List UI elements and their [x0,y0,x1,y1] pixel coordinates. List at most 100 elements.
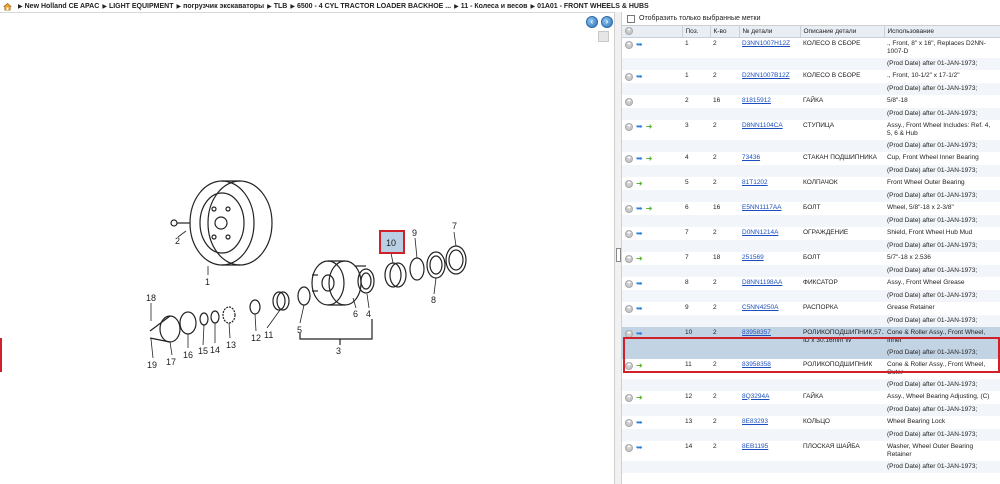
table-row[interactable]: + ➥ 14 2 8EB1195 ПЛОСКАЯ ШАЙБА Washer, Wheel O… [622,441,1000,461]
part-number-link[interactable]: D8NN1198AA [742,279,782,286]
alternate-part-icon[interactable]: ➜ [646,122,653,131]
table-row[interactable]: + ➥ 1 2 D3NN1007H12Z КОЛЕСО В СБОРЕ., Front, … [622,37,1000,58]
cell-part-number[interactable]: D8NN1104CA [739,120,800,140]
callout-6[interactable]: 6 [353,309,358,319]
add-to-cart-icon[interactable]: + [625,97,633,106]
alternate-part-icon[interactable]: ➜ [636,393,643,402]
breadcrumb-item-series[interactable]: TLB [274,3,288,10]
cell-part-number[interactable]: 81T1202 [739,177,800,190]
alternate-part-icon[interactable]: ➜ [636,361,643,370]
add-to-cart-icon[interactable]: + [625,204,633,213]
add-to-cart-icon[interactable]: + [625,122,633,131]
cell-part-number[interactable]: 8E83293 [739,416,800,429]
part-number-link[interactable]: 73436 [742,154,760,161]
cell-part-number[interactable]: 251569 [739,252,800,265]
column-header-part-number[interactable]: № детали [739,26,801,38]
callout-14[interactable]: 14 [210,345,220,355]
add-to-cart-icon[interactable]: + [625,72,633,81]
column-header-quantity[interactable]: К-во [710,26,740,38]
column-header-position[interactable]: Поз. [682,26,711,38]
breadcrumb-item-brand[interactable]: New Holland CE APAC [25,3,100,10]
replacement-info-icon[interactable]: ➥ [636,72,643,81]
cell-part-number[interactable]: 81815912 [739,95,800,108]
breadcrumb-item-model[interactable]: 6500 - 4 CYL TRACTOR LOADER BACKHOE ... [297,3,451,10]
alternate-part-icon[interactable]: ➜ [646,204,653,213]
table-row[interactable]: +2 16 81815912 ГАЙКА 5/8"-18 [622,95,1000,108]
callout-7[interactable]: 7 [452,221,457,231]
panel-splitter[interactable] [614,12,622,484]
cell-part-number[interactable]: D3NN1007H12Z [739,37,800,58]
add-to-cart-icon[interactable]: + [625,304,633,313]
replacement-info-icon[interactable]: ➥ [636,229,643,238]
add-to-cart-icon[interactable]: + [625,179,633,188]
breadcrumb-item-type[interactable]: погрузчик экскаваторы [183,3,264,10]
callout-4[interactable]: 4 [366,309,371,319]
replacement-info-icon[interactable]: ➥ [636,40,643,49]
callout-5[interactable]: 5 [297,325,302,335]
replacement-info-icon[interactable]: ➥ [636,329,643,338]
add-to-cart-icon[interactable]: + [625,229,633,238]
replacement-info-icon[interactable]: ➥ [636,418,643,427]
table-row[interactable]: + ➥ 8 2 D8NN1198AA ФИКСАТОР Assy., Front Wheel… [622,277,1000,290]
callout-10[interactable]: 10 [386,238,396,248]
splitter-grip[interactable] [616,248,621,262]
callout-17[interactable]: 17 [166,357,176,367]
callout-1[interactable]: 1 [205,277,210,287]
table-row[interactable]: + ➥ 9 2 C5NN4250A РАСПОРКА Grease Retainer [622,302,1000,315]
part-number-link[interactable]: D2NN1007B12Z [742,72,790,79]
callout-8[interactable]: 8 [431,295,436,305]
alternate-part-icon[interactable]: ➜ [646,154,653,163]
column-header-usage[interactable]: Использование [884,26,1000,38]
table-row[interactable]: + ➥ 1 2 D2NN1007B12Z КОЛЕСО В СБОРЕ., Front, … [622,70,1000,83]
table-row[interactable]: + ➜ 5 2 81T1202 КОЛПАЧОК Front Wheel Outer Bea… [622,177,1000,190]
callout-9[interactable]: 9 [412,228,417,238]
callout-19[interactable]: 19 [147,360,157,370]
add-to-cart-icon[interactable]: + [625,279,633,288]
column-header-description[interactable]: Описание детали [800,26,885,38]
callout-18[interactable]: 18 [146,293,156,303]
replacement-info-icon[interactable]: ➥ [636,304,643,313]
add-to-cart-icon[interactable]: + [625,154,633,163]
part-number-link[interactable]: D0NN1214A [742,229,779,236]
cell-part-number[interactable]: 83958357 [739,326,800,347]
cell-part-number[interactable]: C5NN4250A [739,302,800,315]
part-number-link[interactable]: 81T1202 [742,179,768,186]
cell-part-number[interactable]: E5NN1117AA [739,202,800,215]
callout-16[interactable]: 16 [183,350,193,360]
part-number-link[interactable]: E5NN1117AA [742,204,782,211]
part-number-link[interactable]: C5NN4250A [742,304,779,311]
add-to-cart-icon[interactable]: + [625,393,633,402]
callout-15[interactable]: 15 [198,346,208,356]
add-to-cart-icon[interactable]: + [625,361,633,370]
table-row[interactable]: + ➥ ➜ 3 2 D8NN1104CA СТУПИЦА Assy., Front Wheel… [622,120,1000,140]
table-row[interactable]: + ➥ ➜ 6 16 E5NN1117AA БОЛТ Wheel, 5/8"-18 x 2-3… [622,202,1000,215]
part-number-link[interactable]: 81815912 [742,97,771,104]
callout-11[interactable]: 11 [264,330,273,340]
alternate-part-icon[interactable]: ➜ [636,254,643,263]
callout-13[interactable]: 13 [226,340,236,350]
part-number-link[interactable]: 8EB1195 [742,443,768,450]
cell-part-number[interactable]: D0NN1214A [739,227,800,240]
replacement-info-icon[interactable]: ➥ [636,443,643,452]
table-row[interactable]: + ➥ 13 2 8E83293 КОЛЬЦО Wheel Bearing Lock [622,416,1000,429]
part-number-link[interactable]: 83958358 [742,361,771,368]
table-row[interactable]: + ➜ 12 2 8Q3294A ГАЙКА Assy., Wheel Bearing Ad… [622,391,1000,404]
add-to-cart-icon[interactable]: + [625,40,633,49]
breadcrumb-item-category[interactable]: LIGHT EQUIPMENT [109,3,174,10]
cell-part-number[interactable]: D2NN1007B12Z [739,70,800,83]
replacement-info-icon[interactable]: ➥ [636,122,643,131]
add-to-cart-icon[interactable]: + [625,329,633,338]
add-to-cart-icon[interactable]: + [625,443,633,452]
table-row[interactable]: + ➜ 11 2 83958358 РОЛИКОПОДШИПНИК Cone & Rolle… [622,359,1000,379]
callout-12[interactable]: 12 [251,333,261,343]
part-number-link[interactable]: 251569 [742,254,764,261]
breadcrumb-item-section[interactable]: 11 - Колеса и весов [461,3,528,10]
callout-2[interactable]: 2 [175,236,180,246]
show-selected-only-checkbox[interactable] [627,14,635,23]
replacement-info-icon[interactable]: ➥ [636,204,643,213]
home-icon[interactable] [3,2,12,11]
part-number-link[interactable]: 83958357 [742,329,771,336]
table-row[interactable]: + ➜ 7 18 251569 БОЛТ 5/7"-18 x 2.536 [622,252,1000,265]
add-to-cart-icon[interactable]: + [625,254,633,263]
part-number-link[interactable]: D3NN1007H12Z [742,40,790,47]
